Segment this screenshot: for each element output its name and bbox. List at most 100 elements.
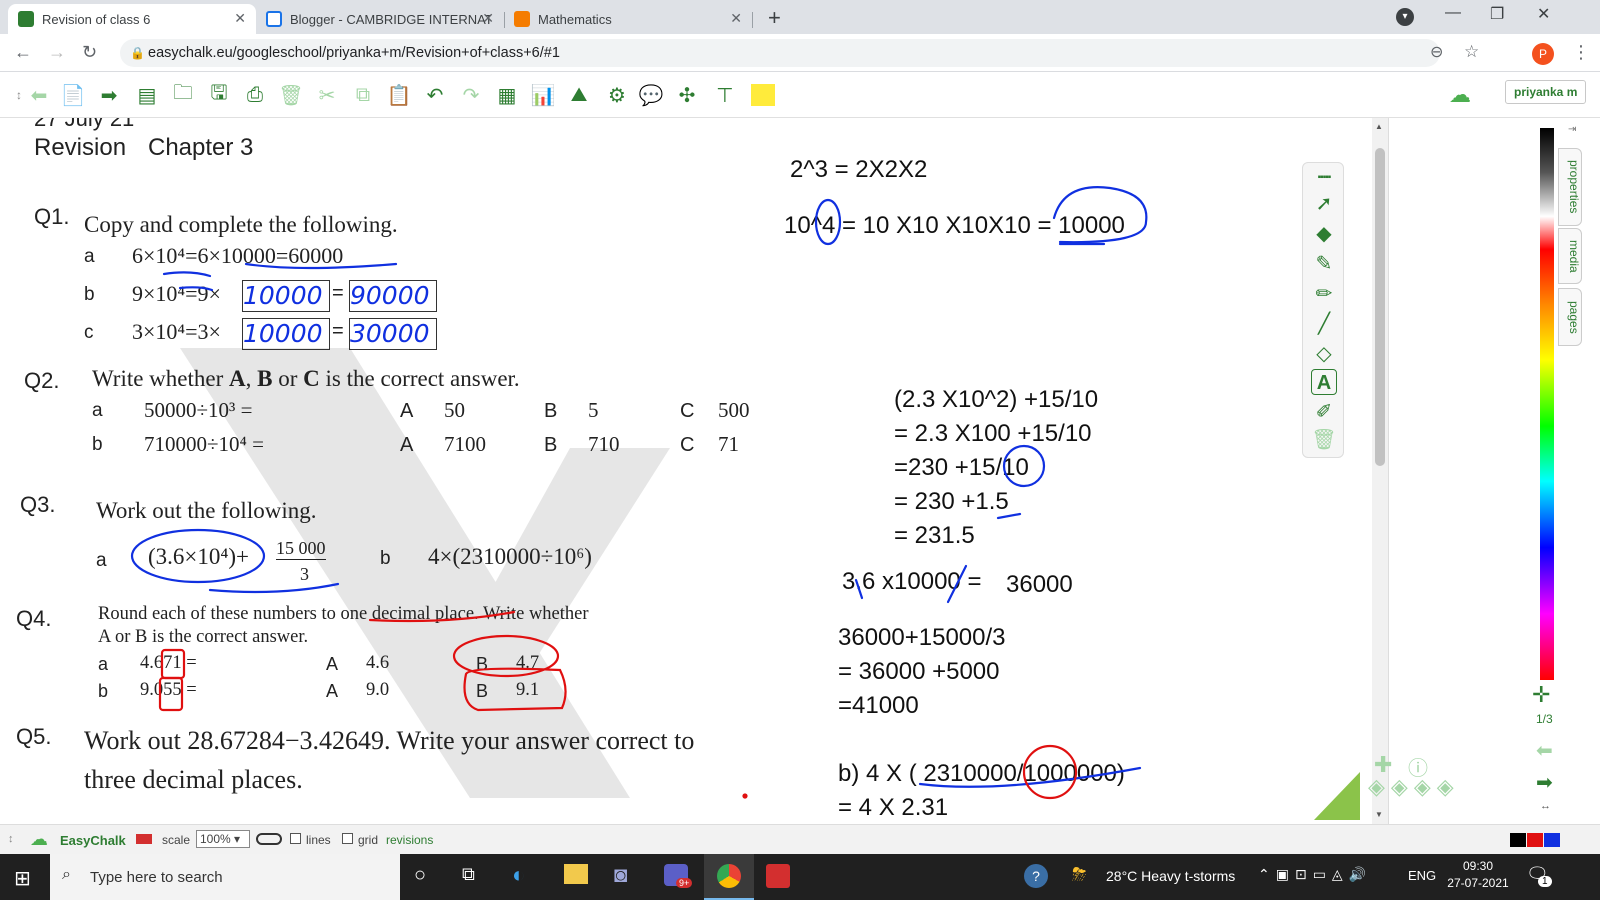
- lines-label: lines: [306, 833, 331, 847]
- chrome-taskbar-button[interactable]: [704, 854, 754, 900]
- board-scrollbar[interactable]: ▲ ▼: [1372, 118, 1388, 824]
- page-corner-icon[interactable]: [1310, 768, 1362, 824]
- close-icon[interactable]: ✕: [234, 10, 246, 27]
- back-button[interactable]: ←: [14, 42, 32, 63]
- text-tool-icon[interactable]: A: [1311, 369, 1337, 395]
- search-icon: ⌕: [62, 866, 71, 883]
- presentation-icon[interactable]: ⊤: [712, 82, 738, 108]
- marker-icon[interactable]: ✏: [1311, 281, 1337, 307]
- blogger-orange-icon: [514, 11, 530, 27]
- print-icon[interactable]: ⎙: [242, 82, 268, 108]
- task-view-icon[interactable]: ⧉: [462, 864, 475, 885]
- copy-icon[interactable]: ⧉: [350, 82, 376, 108]
- acrobat-icon[interactable]: [766, 864, 790, 888]
- forward-button[interactable]: →: [48, 42, 66, 63]
- arrow-right-icon[interactable]: ➡: [96, 82, 122, 108]
- lines-checkbox[interactable]: [290, 833, 301, 844]
- url-field[interactable]: 🔒 easychalk.eu/googleschool/priyanka+m/R…: [120, 39, 1440, 67]
- user-button[interactable]: priyanka m: [1505, 80, 1587, 104]
- shapes-tool-icon[interactable]: ◇: [1311, 341, 1337, 367]
- prev-page-icon[interactable]: ⬅: [1536, 738, 1553, 763]
- close-icon[interactable]: ✕: [482, 10, 494, 27]
- new-page-icon[interactable]: 📄: [60, 82, 86, 108]
- save-icon[interactable]: 🖫: [206, 82, 232, 108]
- shapes-icon[interactable]: ✣: [674, 82, 700, 108]
- close-icon[interactable]: ✕: [730, 10, 742, 27]
- highlighter-icon[interactable]: ✐: [1311, 399, 1337, 425]
- tab-search-icon[interactable]: ▾: [1396, 8, 1414, 26]
- reload-button[interactable]: ↻: [82, 42, 97, 63]
- window-close-button[interactable]: ✕: [1537, 4, 1550, 24]
- address-bar-row: ← → ↻ 🔒 easychalk.eu/googleschool/priyan…: [0, 34, 1600, 72]
- scrollbar-thumb[interactable]: [1375, 148, 1385, 466]
- table-icon[interactable]: ▦: [494, 82, 520, 108]
- grid-checkbox[interactable]: [342, 833, 353, 844]
- color-picker-bar[interactable]: [1540, 128, 1554, 680]
- restore-button[interactable]: ❐: [1490, 4, 1504, 24]
- menu-kebab-icon[interactable]: ⋮: [1572, 42, 1590, 63]
- file-explorer-icon[interactable]: [564, 864, 588, 884]
- tab-properties[interactable]: properties: [1558, 148, 1582, 226]
- minimize-button[interactable]: —: [1445, 4, 1461, 22]
- weather-icon[interactable]: ⛈: [1072, 864, 1086, 885]
- toggle-switch[interactable]: [256, 833, 282, 845]
- tab-pages[interactable]: pages: [1558, 288, 1582, 346]
- edge-icon[interactable]: ◐: [512, 862, 525, 888]
- lock-icon: 🔒: [130, 46, 145, 60]
- weather-text[interactable]: 28°C Heavy t-storms: [1106, 868, 1235, 884]
- pen-icon[interactable]: ✎: [1311, 251, 1337, 277]
- color-swatch-black[interactable]: [1510, 833, 1526, 847]
- image-icon[interactable]: ⛰: [566, 82, 592, 108]
- color-swatch-red[interactable]: [1527, 833, 1543, 847]
- undo-icon[interactable]: ↶: [422, 82, 448, 108]
- color-swatch-blue[interactable]: [1544, 833, 1560, 847]
- cut-icon[interactable]: ✂: [314, 82, 340, 108]
- clock[interactable]: 09:30 27-07-2021: [1446, 859, 1510, 890]
- blogger-icon: [266, 11, 282, 27]
- line-tool-icon[interactable]: ╱: [1311, 311, 1337, 337]
- tab-mathematics[interactable]: Mathematics ✕: [504, 4, 753, 34]
- language-indicator[interactable]: ENG: [1408, 868, 1436, 883]
- scroll-up-arrow[interactable]: ▲: [1375, 122, 1383, 131]
- whiteboard-canvas[interactable]: 27 July 21 Revision Chapter 3 Q1. Copy a…: [0, 118, 1372, 824]
- flag-icon[interactable]: [136, 834, 152, 844]
- tab-revision[interactable]: Revision of class 6 ✕: [8, 4, 256, 34]
- zoom-icon[interactable]: ⊖: [1430, 42, 1443, 62]
- cloud-lock-icon[interactable]: ☁: [1444, 82, 1476, 108]
- move-cross-icon[interactable]: ✛: [1532, 682, 1550, 708]
- open-folder-icon[interactable]: 🗀: [170, 82, 196, 108]
- camera-icon[interactable]: ◙: [614, 862, 627, 888]
- scale-select[interactable]: 100% ▾: [196, 830, 250, 848]
- tab-blogger[interactable]: Blogger - CAMBRIDGE INTERNAT ✕: [256, 4, 505, 34]
- help-icon[interactable]: ?: [1024, 864, 1048, 888]
- comment-icon[interactable]: 💬: [638, 82, 664, 108]
- resize-icon[interactable]: ↔: [1540, 800, 1551, 812]
- system-tray-icons[interactable]: ⌃▣⊡▭◬🔊: [1258, 866, 1372, 883]
- tab-media[interactable]: media: [1558, 228, 1582, 284]
- taskbar-search-box[interactable]: ⌕ Type here to search: [50, 854, 400, 900]
- delete-icon[interactable]: 🗑: [1311, 427, 1337, 453]
- trash-icon[interactable]: 🗑: [278, 82, 304, 108]
- teams-badge: 9+: [676, 878, 693, 888]
- eraser-icon[interactable]: ◆: [1311, 221, 1337, 247]
- new-tab-button[interactable]: +: [768, 5, 781, 31]
- sticky-note-icon[interactable]: [750, 82, 776, 108]
- document-icon[interactable]: ▤: [134, 82, 160, 108]
- cortana-icon[interactable]: ○: [414, 864, 426, 887]
- math-tools-icon[interactable]: ⚙: [602, 82, 632, 108]
- bookmark-star-icon[interactable]: ☆: [1464, 42, 1479, 62]
- grid-label: grid: [358, 833, 379, 847]
- next-page-icon[interactable]: ➡: [1536, 770, 1553, 795]
- pointer-arrow-icon[interactable]: ➚: [1311, 191, 1337, 217]
- arrow-left-icon[interactable]: ⬅: [26, 82, 52, 108]
- profile-avatar[interactable]: P: [1532, 43, 1554, 65]
- pin-icon[interactable]: ⇥: [1568, 124, 1576, 135]
- windows-start-icon[interactable]: ⊞: [14, 866, 31, 891]
- palette-grip-icon[interactable]: ▪▪▪▪▪: [1311, 165, 1337, 191]
- revisions-link[interactable]: revisions: [386, 833, 433, 847]
- paste-icon[interactable]: 📋: [386, 82, 412, 108]
- redo-icon[interactable]: ↷: [458, 82, 484, 108]
- scroll-down-arrow[interactable]: ▼: [1375, 810, 1383, 819]
- chart-icon[interactable]: 📊: [530, 82, 556, 108]
- layers-icons[interactable]: ◈◈◈◈: [1368, 774, 1460, 800]
